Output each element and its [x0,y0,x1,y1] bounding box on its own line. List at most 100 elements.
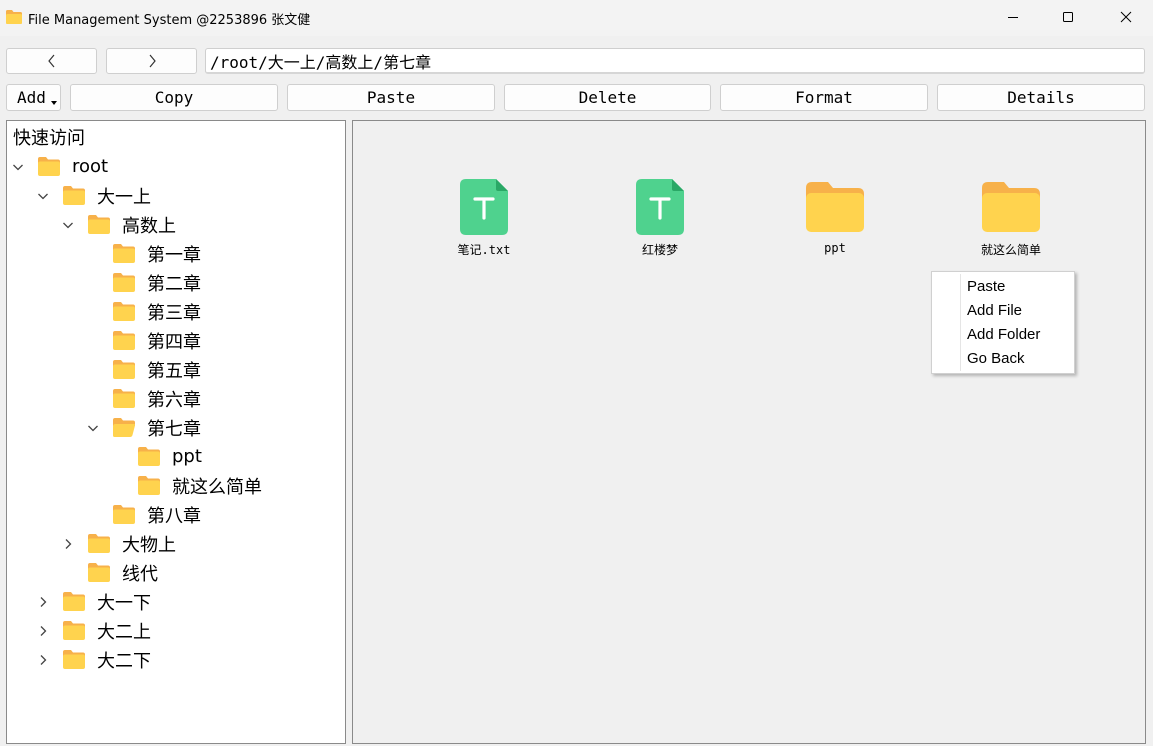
menu-item-paste[interactable]: Paste [967,274,1005,298]
tree-item[interactable]: root [11,152,108,181]
folder-icon [88,215,110,234]
tree-item-label: 第三章 [147,302,201,324]
minimize-button[interactable] [990,0,1036,34]
tree-item[interactable]: 大一上 [36,181,151,210]
chevron-down-icon[interactable] [86,421,100,435]
add-dropdown-button[interactable]: Add [6,84,61,111]
close-button[interactable] [1103,0,1149,34]
tree-item-label: 就这么简单 [172,476,262,498]
tree-item-label: 第二章 [147,273,201,295]
tree-item-label: 第一章 [147,244,201,266]
tree-item[interactable]: 高数上 [61,210,176,239]
file-view[interactable]: 笔记.txt 红楼梦 ppt 就这么简单 [352,120,1146,744]
folder-icon [6,10,22,24]
tree-item-label: 第六章 [147,389,201,411]
folder-icon [63,186,85,205]
context-menu: Paste Add File Add Folder Go Back [931,271,1075,374]
details-button[interactable]: Details [937,84,1145,111]
folder-icon [63,621,85,640]
folder-icon [63,592,85,611]
folder-tree[interactable]: 快速访问 root 大一上高数上第一章第二章第三章第四章第五章第六章第七章 ppt 就… [6,120,346,744]
chevron-right-icon[interactable] [36,624,50,638]
tree-item-label: 第五章 [147,360,201,382]
maximize-button[interactable] [1045,0,1091,34]
folder-icon [88,563,110,582]
tree-item-label: 第八章 [147,505,201,527]
tree-item-label: 第四章 [147,331,201,353]
menu-item-add-file[interactable]: Add File [967,298,1022,322]
folder-icon [113,273,135,292]
tree-item[interactable]: 第四章 [86,326,201,355]
window-title: File Management System @2253896 张文健 [28,13,311,28]
folder-icon [88,534,110,553]
tree-item-label: ppt [172,446,202,467]
chevron-down-icon[interactable] [61,218,75,232]
paste-button[interactable]: Paste [287,84,495,111]
tree-item-label: 大二下 [97,650,151,672]
file-name: 红楼梦 [641,243,678,257]
menu-gutter [960,274,961,371]
text-file-icon [636,179,684,235]
file-name: 就这么简单 [980,243,1041,257]
tree-item[interactable]: 第二章 [86,268,201,297]
tree-item[interactable]: 线代 [61,558,158,587]
folder-icon [806,182,864,232]
path-input[interactable]: /root/大一上/高数上/第七章 [205,48,1145,74]
folder-icon [113,389,135,408]
folder-icon [113,505,135,524]
tree-item[interactable]: 第六章 [86,384,201,413]
chevron-right-icon[interactable] [61,537,75,551]
delete-button[interactable]: Delete [504,84,711,111]
forward-button[interactable] [106,48,197,74]
tree-item-label: 大物上 [122,534,176,556]
menu-item-go-back[interactable]: Go Back [967,346,1025,370]
tree-item[interactable]: 第八章 [86,500,201,529]
folder-item[interactable]: ppt [775,179,895,255]
tree-item-label: 大一下 [97,592,151,614]
close-icon [1120,11,1132,23]
minimize-icon [1008,17,1018,18]
tree-item-label: 大一上 [97,186,151,208]
menu-item-add-folder[interactable]: Add Folder [967,322,1040,346]
tree-item[interactable]: 大二下 [36,645,151,674]
tree-item[interactable]: 大一下 [36,587,151,616]
tree-item[interactable]: 大物上 [61,529,176,558]
copy-button[interactable]: Copy [70,84,278,111]
file-name: ppt [824,241,846,255]
quick-access-header: 快速访问 [13,128,85,149]
folder-icon [113,331,135,350]
folder-icon [113,302,135,321]
folder-item[interactable]: 就这么简单 [951,179,1071,258]
folder-icon [138,476,160,495]
chevron-down-icon[interactable] [11,160,25,174]
tree-item[interactable]: 第七章 [86,413,201,442]
folder-icon [63,650,85,669]
file-item[interactable]: 笔记.txt [424,179,544,258]
tree-item[interactable]: 第三章 [86,297,201,326]
folder-open-icon [113,418,135,437]
back-button[interactable] [6,48,97,74]
folder-icon [138,447,160,466]
format-button[interactable]: Format [720,84,928,111]
tree-item-label: 高数上 [122,215,176,237]
chevron-down-icon[interactable] [36,189,50,203]
tree-item-label: root [72,156,109,177]
file-name: 笔记.txt [457,243,511,257]
tree-item[interactable]: 就这么简单 [111,471,262,500]
tree-item-label: 大二上 [97,621,151,643]
tree-item[interactable]: 大二上 [36,616,151,645]
tree-item[interactable]: 第一章 [86,239,201,268]
tree-item-label: 线代 [122,563,158,585]
tree-item[interactable]: 第五章 [86,355,201,384]
text-file-icon [460,179,508,235]
file-item[interactable]: 红楼梦 [600,179,720,258]
chevron-right-icon[interactable] [36,653,50,667]
chevron-left-icon [47,54,54,68]
maximize-icon [1063,12,1073,22]
chevron-right-icon[interactable] [36,595,50,609]
title-bar: File Management System @2253896 张文健 [0,0,1153,36]
folder-icon [113,244,135,263]
tree-item[interactable]: ppt [111,442,202,471]
tree-item-label: 第七章 [147,418,201,440]
add-button-label: Add [17,88,46,107]
